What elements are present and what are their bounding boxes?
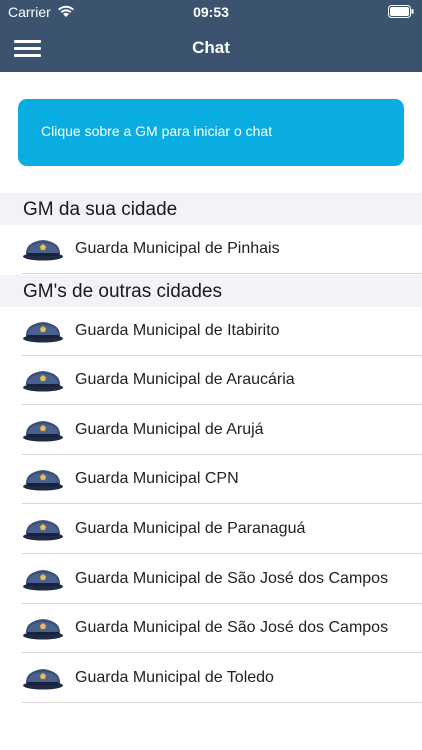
police-cap-icon [22, 516, 64, 542]
gm-list-item-label: Guarda Municipal de Paranaguá [75, 520, 306, 537]
gm-list-item[interactable]: Guarda Municipal de Itabirito [0, 306, 422, 356]
row-divider [22, 701, 422, 703]
gm-list-item-label: Guarda Municipal de Arujá [75, 420, 264, 438]
nav-bar: Chat [0, 24, 422, 72]
gm-list-item[interactable]: Guarda Municipal CPN [0, 455, 422, 505]
gm-list-item[interactable]: Guarda Municipal de Paranaguá [0, 505, 422, 554]
gm-list-item[interactable]: Guarda Municipal de Araucária [0, 356, 422, 406]
gm-list-item-label: Guarda Municipal de São José dos Campos [75, 569, 389, 587]
status-time: 09:53 [193, 4, 229, 20]
gm-list-item-label: Guarda Municipal de Toledo [75, 668, 274, 686]
police-cap-icon [22, 665, 64, 691]
police-cap-icon [22, 236, 64, 262]
police-cap-icon [22, 417, 64, 443]
police-cap-icon [22, 615, 64, 641]
gm-list-item[interactable]: Guarda Municipal de São José dos Campos [0, 604, 422, 654]
gm-list-item-label: Guarda Municipal de Araucária [75, 371, 295, 389]
gm-list-item-label: Guarda Municipal CPN [75, 470, 239, 488]
status-bar: Carrier 09:53 [0, 0, 422, 24]
police-cap-icon [22, 566, 64, 592]
gm-list-item[interactable]: Guarda Municipal de Pinhais [0, 225, 422, 274]
section-header: GM da sua cidade [0, 193, 422, 225]
section-header: GM's de outras cidades [0, 274, 422, 307]
gm-list-item[interactable]: Guarda Municipal de São José dos Campos [0, 554, 422, 604]
gm-list-item[interactable]: Guarda Municipal de Toledo [0, 653, 422, 703]
info-banner: Clique sobre a GM para iniciar o chat [18, 99, 404, 166]
battery-icon [388, 5, 414, 18]
gm-list-item-label: Guarda Municipal de Pinhais [75, 240, 280, 257]
police-cap-icon [22, 367, 64, 393]
gm-list-item-label: Guarda Municipal de São José dos Campos [75, 619, 389, 637]
police-cap-icon [22, 466, 64, 492]
police-cap-icon [22, 318, 64, 344]
page-title: Chat [192, 38, 230, 57]
gm-list-item-label: Guarda Municipal de Itabirito [75, 321, 280, 339]
gm-list-item[interactable]: Guarda Municipal de Arujá [0, 405, 422, 455]
